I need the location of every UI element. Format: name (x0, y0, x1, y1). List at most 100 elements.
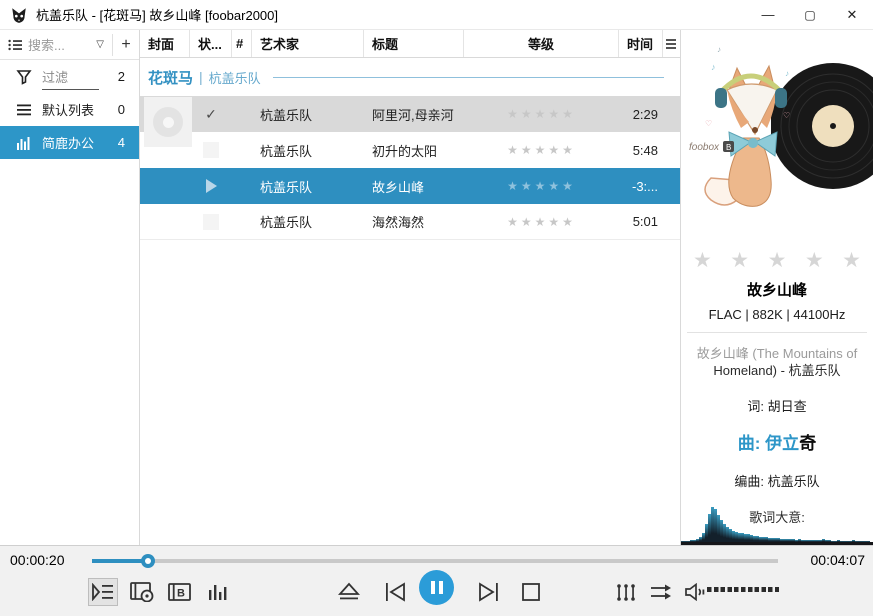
column-header-title[interactable]: 标题 (364, 30, 464, 57)
arranger-line: 编曲: 杭盖乐队 (734, 474, 820, 489)
composer-rest: 奇 (799, 434, 817, 453)
group-album-name: 花斑马 (148, 69, 194, 87)
elapsed-time: 00:00:20 (10, 552, 65, 568)
track-time-remaining: -3:... (631, 178, 658, 194)
group-rule-line (272, 76, 664, 78)
rating-stars[interactable]: ★★★★★ (507, 215, 576, 229)
maximize-button[interactable]: ▢ (789, 0, 831, 29)
track-row-4[interactable]: 杭盖乐队 海然海然 ★★★★★ 5:01 (140, 204, 680, 240)
column-header-artist[interactable]: 艺术家 (252, 30, 364, 57)
now-playing-rating[interactable]: ★ ★ ★ ★ ★ (681, 242, 873, 273)
now-playing-icon (205, 179, 217, 193)
track-title: 故乡山峰 (372, 179, 425, 195)
funnel-icon (16, 69, 32, 85)
album-group-header[interactable]: 花斑马 | 杭盖乐队 (140, 58, 680, 96)
column-header-rating[interactable]: 等级 (464, 30, 619, 57)
sidebar-item-label: 过滤 (42, 70, 69, 85)
add-playlist-button[interactable]: + (113, 36, 139, 54)
column-header-cover[interactable]: 封面 (140, 30, 190, 57)
playback-order-button[interactable] (611, 578, 641, 606)
sidebar-item-jianlu-selected[interactable]: 简鹿办公 4 (0, 126, 139, 159)
pause-button[interactable] (419, 570, 454, 605)
seek-handle[interactable] (141, 554, 156, 568)
sidebar-item-label: 简鹿办公 (42, 136, 95, 151)
track-duration: 5:01 (632, 214, 658, 229)
track-duration: 5:48 (632, 142, 658, 158)
status-box (203, 142, 219, 158)
album-art-layout-button[interactable] (127, 578, 157, 606)
lyric-line-title-en-2: Homeland) - 杭盖乐队 (713, 363, 841, 378)
track-artist: 杭盖乐队 (260, 215, 313, 230)
app-logo-fox-icon (12, 7, 26, 23)
previous-button[interactable] (380, 578, 410, 606)
item-count: 2 (117, 69, 125, 84)
shuffle-button[interactable] (647, 578, 677, 606)
column-menu-icon[interactable] (663, 30, 680, 57)
column-header-time[interactable]: 时间 (619, 30, 663, 57)
sidebar-item-filter[interactable]: 过滤 2 (0, 60, 139, 93)
album-artwork[interactable]: ♪ ♪ ♡ ♡ ♪ foobox B (681, 30, 873, 242)
volume-slider[interactable] (707, 587, 779, 592)
item-count: 0 (117, 102, 125, 117)
column-header-number[interactable]: # (232, 30, 252, 57)
eject-button[interactable] (334, 578, 364, 606)
playlist-column-headers: 封面 状... # 艺术家 标题 等级 时间 (140, 30, 680, 58)
track-artist: 杭盖乐队 (260, 179, 313, 195)
lyricist-line: 词: 胡日查 (747, 399, 807, 414)
foobox-brand: foobox B (689, 141, 734, 153)
transport-bar: 00:00:20 00:04:07 B (0, 545, 873, 616)
track-row-1[interactable]: ✓ 杭盖乐队 阿里河,母亲河 ★★★★★ 2:29 (140, 96, 680, 132)
brand-text: foobox (689, 142, 720, 153)
sidebar-item-default-playlist[interactable]: 默认列表 0 (0, 93, 139, 126)
rating-stars[interactable]: ★★★★★ (507, 179, 576, 193)
divider (687, 332, 867, 333)
rating-stars[interactable]: ★★★★★ (507, 107, 576, 121)
track-row-3-now-playing[interactable]: 杭盖乐队 故乡山峰 ★★★★★ -3:... (140, 168, 680, 204)
search-bar[interactable]: 搜索... ▽ + (0, 30, 139, 60)
column-header-status[interactable]: 状... (190, 30, 232, 57)
track-artist: 杭盖乐队 (260, 143, 313, 159)
sidebar: 搜索... ▽ + 过滤 2 默认列表 0 简鹿办公 4 (0, 30, 140, 545)
cd-disc-icon (153, 107, 183, 137)
playlist-layout-button[interactable] (88, 578, 118, 606)
svg-text:♪: ♪ (711, 62, 716, 72)
rating-stars[interactable]: ★★★★★ (507, 143, 576, 157)
hamburger-list-icon (17, 104, 31, 115)
next-button[interactable] (474, 578, 504, 606)
visualizer-button[interactable] (203, 578, 233, 606)
total-time: 00:04:07 (810, 552, 866, 568)
search-dropdown-icon[interactable]: ▽ (96, 39, 104, 50)
track-row-2[interactable]: 杭盖乐队 初升的太阳 ★★★★★ 5:48 (140, 132, 680, 168)
played-check-icon: ✓ (205, 105, 217, 122)
track-title: 海然海然 (372, 215, 425, 230)
titlebar: 杭盖乐队 - [花斑马] 故乡山峰 [foobar2000] — ▢ ✕ (0, 0, 873, 30)
biography-panel-button[interactable]: B (165, 578, 195, 606)
group-separator: | (199, 69, 203, 85)
window-title: 杭盖乐队 - [花斑马] 故乡山峰 [foobar2000] (36, 8, 279, 23)
album-cover-placeholder[interactable] (144, 97, 192, 147)
stop-button[interactable] (516, 578, 546, 606)
now-playing-title: 故乡山峰 (746, 282, 807, 299)
bar-chart-icon (17, 136, 30, 150)
search-input[interactable]: 搜索... (28, 35, 96, 54)
close-button[interactable]: ✕ (831, 0, 873, 29)
composer-line: 曲: 伊立奇 (681, 435, 873, 452)
playlist-view: 封面 状... # 艺术家 标题 等级 时间 花斑马 | 杭盖乐队 ✓ 杭盖乐队… (140, 30, 681, 545)
svg-text:B: B (726, 143, 731, 152)
sidebar-item-label: 默认列表 (42, 103, 95, 118)
lyric-line-title-en-1: 故乡山峰 (The Mountains of (696, 346, 858, 361)
item-count: 4 (117, 135, 125, 150)
list-icon (8, 39, 22, 50)
minimize-button[interactable]: — (747, 0, 789, 29)
status-box (203, 213, 219, 230)
group-artist-name: 杭盖乐队 (208, 70, 261, 86)
svg-text:B: B (177, 588, 185, 600)
svg-text:♡: ♡ (705, 119, 712, 128)
seek-bar[interactable] (92, 554, 778, 568)
filter-input-underline (42, 89, 99, 90)
volume-icon[interactable] (680, 578, 710, 606)
now-playing-panel: ♪ ♪ ♡ ♡ ♪ foobox B ★ ★ ★ ★ ★ 故乡山峰 FLAC | 882… (681, 30, 873, 556)
composer-highlighted: 曲: 伊立 (737, 434, 800, 453)
track-title: 初升的太阳 (372, 143, 438, 159)
spectrum-visualizer (681, 507, 873, 545)
